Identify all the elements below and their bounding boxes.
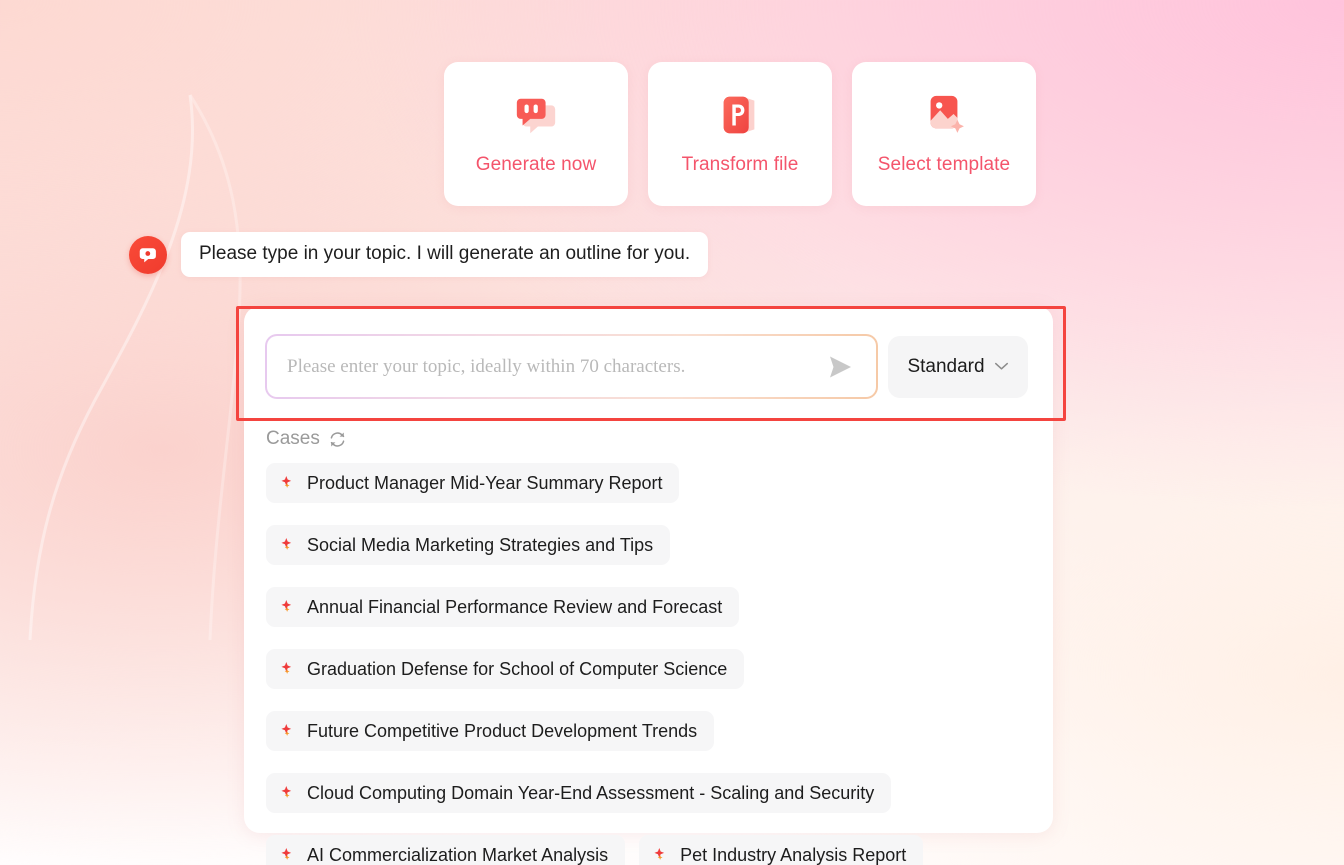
sparkle-icon <box>281 723 292 736</box>
case-chip[interactable]: Graduation Defense for School of Compute… <box>266 649 745 689</box>
case-chip[interactable]: Social Media Marketing Strategies and Ti… <box>266 525 671 565</box>
case-chip-label: Cloud Computing Domain Year-End Assessme… <box>307 782 875 803</box>
case-chip-label: Pet Industry Analysis Report <box>680 844 907 865</box>
quick-action-cards: Generate now Transform file Select templ… <box>444 62 1036 206</box>
case-chip-label: Product Manager Mid-Year Summary Report <box>307 472 663 493</box>
sparkle-icon <box>281 661 292 674</box>
mode-select-button[interactable]: Standard <box>888 335 1028 398</box>
chat-bubble-icon <box>516 98 556 134</box>
refresh-icon[interactable] <box>328 430 347 449</box>
powerpoint-file-icon <box>723 96 755 134</box>
generate-now-card[interactable]: Generate now <box>444 62 628 206</box>
case-chip-label: Annual Financial Performance Review and … <box>307 596 723 617</box>
sparkle-icon <box>281 537 292 550</box>
assistant-message-row: Please type in your topic. I will genera… <box>129 232 709 277</box>
image-template-icon <box>930 95 964 133</box>
cases-title: Cases <box>266 428 320 449</box>
select-template-card[interactable]: Select template <box>852 62 1036 206</box>
chevron-down-icon <box>994 362 1008 370</box>
case-chip-label: Social Media Marketing Strategies and Ti… <box>307 534 654 555</box>
send-button[interactable] <box>822 348 860 386</box>
topic-field-inner <box>267 336 876 397</box>
assistant-message-bubble: Please type in your topic. I will genera… <box>181 232 709 277</box>
avatar-speech-glyph <box>139 247 156 262</box>
sparkle-icon <box>281 847 292 860</box>
case-chip[interactable]: Future Competitive Product Development T… <box>266 711 715 751</box>
generate-now-label: Generate now <box>475 154 597 175</box>
select-template-label: Select template <box>877 154 1011 175</box>
transform-file-label: Transform file <box>681 154 799 175</box>
case-chip-label: AI Commercialization Market Analysis <box>307 844 609 865</box>
transform-file-card[interactable]: Transform file <box>648 62 832 206</box>
case-chip[interactable]: Pet Industry Analysis Report <box>639 835 924 865</box>
mode-select-label: Standard <box>907 355 985 377</box>
sparkle-icon <box>281 599 292 612</box>
app-root: Generate now Transform file Select templ… <box>0 0 1344 865</box>
sparkle-icon <box>654 847 665 860</box>
case-chip-label: Graduation Defense for School of Compute… <box>307 658 728 679</box>
topic-field-wrapper <box>265 334 878 399</box>
assistant-avatar-icon <box>129 235 167 274</box>
case-chip[interactable]: AI Commercialization Market Analysis <box>266 835 626 865</box>
case-chip-label: Future Competitive Product Development T… <box>307 720 698 741</box>
cases-header: Cases <box>266 428 347 450</box>
cases-list: Product Manager Mid-Year Summary Report … <box>266 463 1026 865</box>
sparkle-icon <box>281 475 292 488</box>
send-arrow-icon <box>830 356 851 377</box>
composer-row: Standard <box>265 334 1028 399</box>
case-chip[interactable]: Annual Financial Performance Review and … <box>266 587 740 627</box>
case-chip[interactable]: Product Manager Mid-Year Summary Report <box>266 463 680 503</box>
case-chip[interactable]: Cloud Computing Domain Year-End Assessme… <box>266 773 892 813</box>
sparkle-icon <box>281 785 292 798</box>
topic-input[interactable] <box>287 355 822 378</box>
